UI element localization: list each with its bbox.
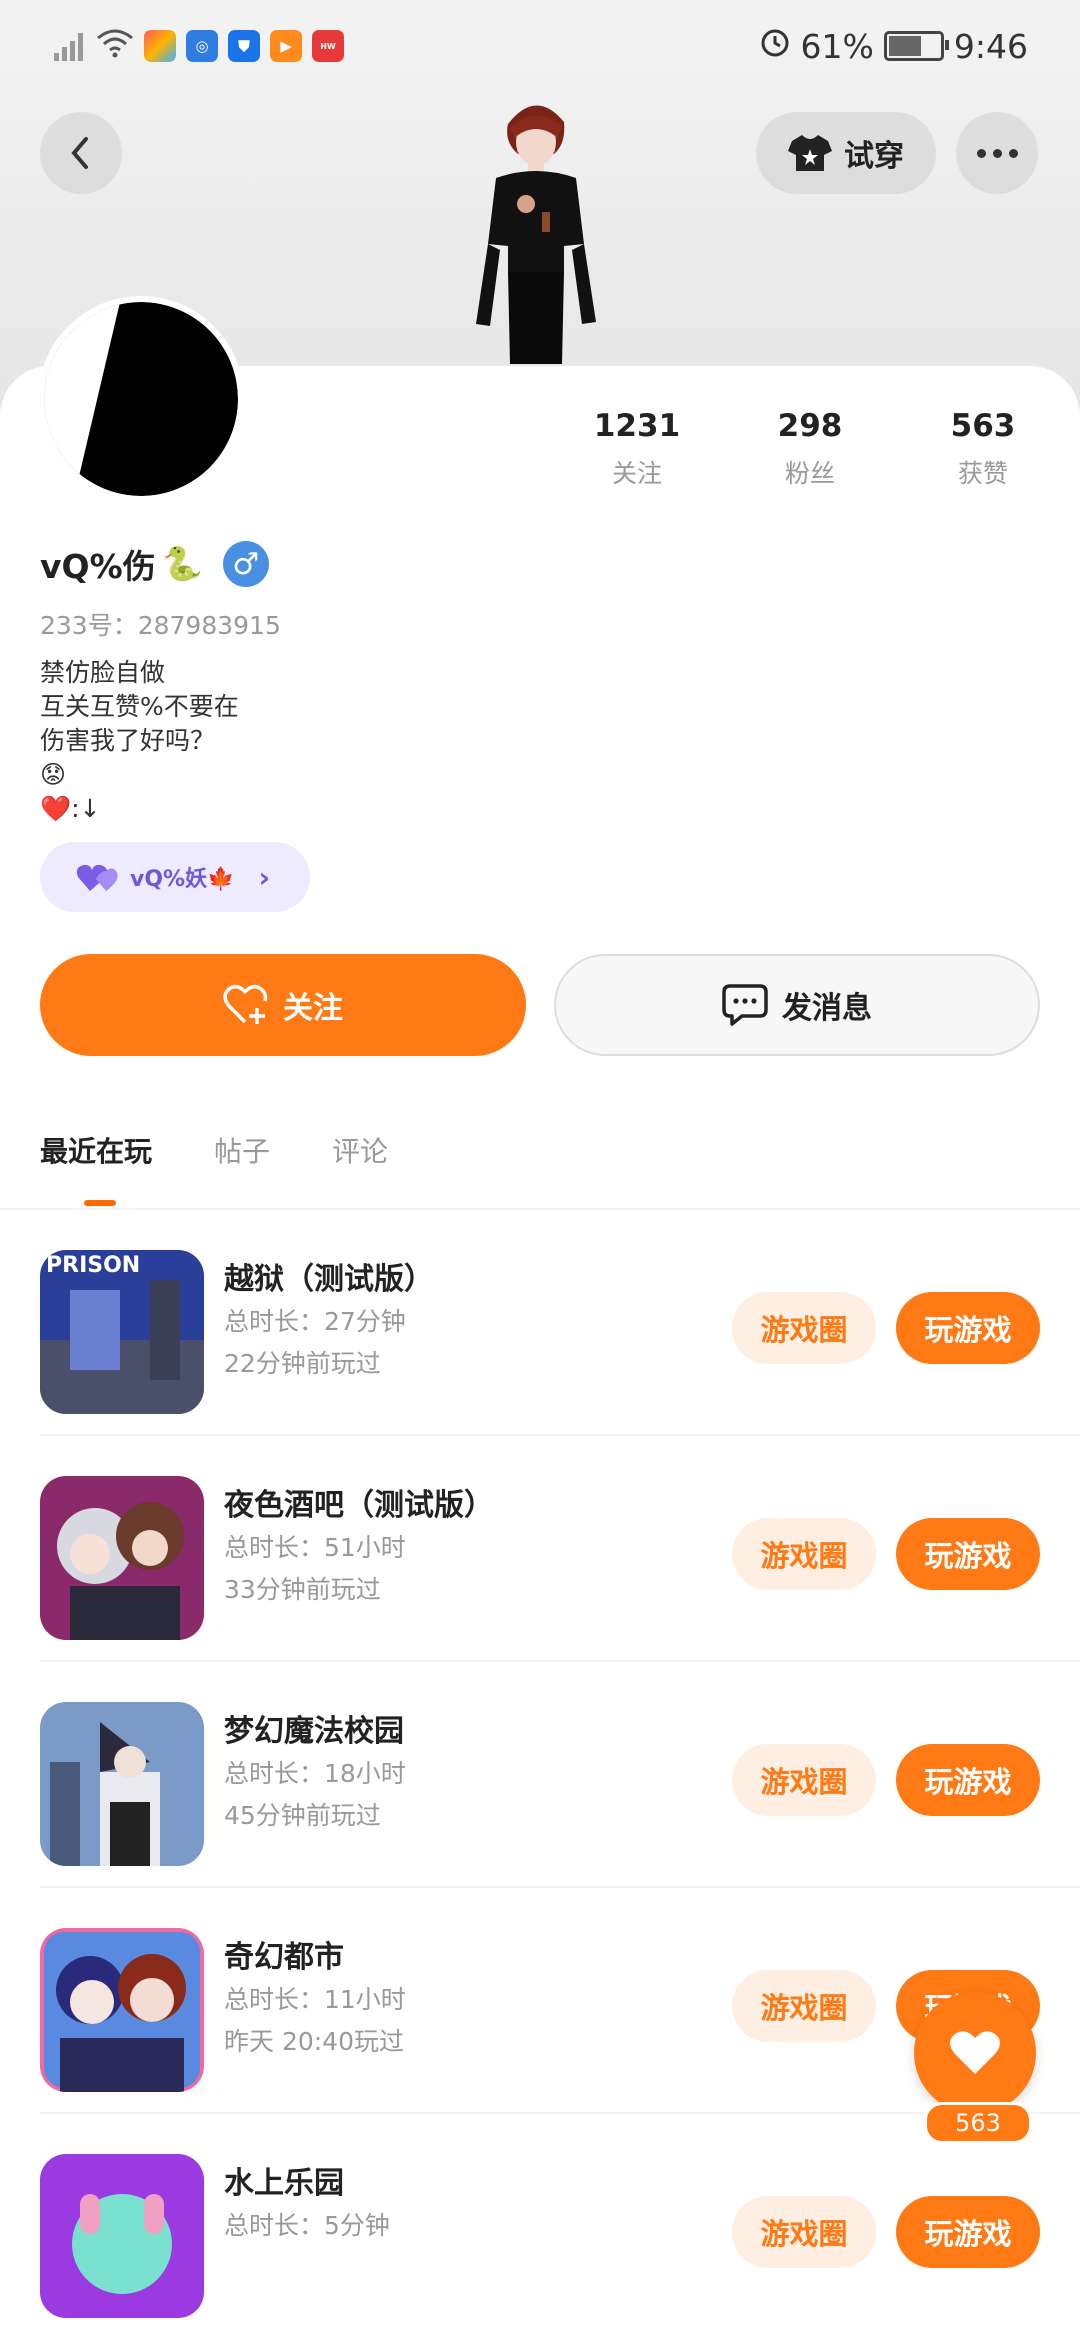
male-gender-icon: ♂ [222,541,269,587]
play-game-button[interactable]: 玩游戏 [896,1744,1040,1816]
status-bar: ◎ ⛊ ▶ HW 61% 9:46 [0,0,1080,96]
stat-following[interactable]: 1231 关注 [567,408,707,490]
game-thumbnail: PRISON [40,1250,204,1414]
try-on-button[interactable]: 试穿 [756,112,936,194]
game-circle-button[interactable]: 游戏圈 [732,1744,876,1816]
game-thumbnail [40,1702,204,1866]
profile-tabs: 最近在玩 帖子 评论 [40,1130,388,1206]
chat-bubble-icon [722,984,768,1026]
stat-likes[interactable]: 563 获赞 [913,408,1053,490]
stat-fans-value: 298 [777,408,843,444]
play-game-button[interactable]: 玩游戏 [896,2196,1040,2268]
alarm-icon [759,26,791,66]
try-on-label: 试穿 [844,139,904,174]
tab-active-indicator [84,1200,116,1206]
bio-line: 😟 [40,760,67,789]
tshirt-icon [788,135,832,171]
follow-label: 关注 [283,991,343,1026]
game-last-played: 昨天 20:40玩过 [224,2027,404,2056]
game-total-time: 总时长：18小时 [224,1759,406,1788]
more-options-button[interactable] [956,112,1038,194]
huawei-app-icon: HW [312,30,344,62]
game-last-played: 45分钟前玩过 [224,1801,381,1830]
bio-line: ❤️:↓ [40,794,101,823]
tab-recently-played[interactable]: 最近在玩 [40,1130,153,1206]
signal-icon [52,29,86,63]
game-row[interactable]: 水上乐园 总时长：5分钟 游戏圈 玩游戏 [0,2114,1080,2340]
clock: 9:46 [953,26,1028,66]
tab-label: 最近在玩 [40,1135,153,1168]
follow-button[interactable]: 关注 [40,954,526,1056]
like-fab[interactable] [914,1992,1036,2114]
game-thumbnail [40,1928,204,2092]
stat-fans-label: 粉丝 [784,459,835,488]
play-game-button[interactable]: 玩游戏 [896,1518,1040,1590]
avatar-3d-character [466,94,606,364]
game-circle-button[interactable]: 游戏圈 [732,2196,876,2268]
game-last-played: 22分钟前玩过 [224,1349,381,1378]
game-total-time: 总时长：11小时 [224,1985,406,2014]
play-game-button[interactable]: 玩游戏 [896,1292,1040,1364]
game-name: 夜色酒吧（测试版） [224,1488,494,1523]
avatar[interactable] [44,302,238,496]
send-message-button[interactable]: 发消息 [554,954,1040,1056]
bio-line: 伤害我了好吗？ [40,726,216,755]
bio-line: 互关互赞%不要在 [40,692,239,721]
game-total-time: 总时长：27分钟 [224,1307,406,1336]
stat-following-label: 关注 [611,459,662,488]
game-name: 梦幻魔法校园 [224,1714,404,1749]
cp-relationship-chip[interactable]: vQ%妖🍁 › [40,842,310,912]
stat-likes-value: 563 [950,408,1016,444]
chevron-right-icon: › [258,860,271,894]
bio: 禁仿脸自做 互关互赞%不要在 伤害我了好吗？ 😟 ❤️:↓ [40,656,239,826]
game-total-time: 总时长：5分钟 [224,2211,390,2240]
username: vQ%伤 [40,547,156,586]
game-thumbnail [40,1476,204,1640]
game-thumbnail [40,2154,204,2318]
like-count-badge: 563 [924,2102,1032,2144]
game-circle-button[interactable]: 游戏圈 [732,1518,876,1590]
game-row[interactable]: PRISON 越狱（测试版） 总时长：27分钟 22分钟前玩过 游戏圈 玩游戏 [0,1210,1080,1436]
stat-following-value: 1231 [593,408,681,444]
tab-posts[interactable]: 帖子 [214,1130,270,1170]
more-dots-icon [976,148,1018,158]
send-message-label: 发消息 [782,991,872,1026]
game-last-played: 33分钟前玩过 [224,1575,381,1604]
heart-icon [950,2031,1000,2074]
double-heart-icon [76,864,118,891]
game-name: 越狱（测试版） [224,1262,434,1297]
game-thumbnail-text: PRISON [46,1253,140,1278]
snake-emoji: 🐍 [161,544,203,583]
battery-icon [883,31,949,61]
app-icon-1 [144,30,176,62]
app-icon-4: ▶ [270,30,302,62]
user-id[interactable]: 233号：287983915 [40,606,281,642]
stat-likes-label: 获赞 [957,459,1008,488]
game-total-time: 总时长：51小时 [224,1533,406,1562]
username-row: vQ%伤 🐍 ♂ [40,540,269,588]
wifi-icon [96,28,134,64]
game-name: 奇幻都市 [224,1940,344,1975]
game-circle-button[interactable]: 游戏圈 [732,1970,876,2042]
game-row[interactable]: 奇幻都市 总时长：11小时 昨天 20:40玩过 游戏圈 玩游戏 [0,1888,1080,2114]
app-icon-3: ⛊ [228,30,260,62]
chevron-left-icon [71,137,88,169]
game-circle-button[interactable]: 游戏圈 [732,1292,876,1364]
app-icon-2: ◎ [186,30,218,62]
cp-name: vQ%妖🍁 [130,867,235,892]
heart-plus-icon [223,984,268,1024]
stat-fans[interactable]: 298 粉丝 [740,408,880,490]
battery-percent: 61% [800,26,874,66]
game-name: 水上乐园 [224,2166,344,2201]
bio-line: 禁仿脸自做 [40,658,166,687]
back-button[interactable] [40,112,122,194]
game-row[interactable]: 夜色酒吧（测试版） 总时长：51小时 33分钟前玩过 游戏圈 玩游戏 [0,1436,1080,1662]
game-row[interactable]: 梦幻魔法校园 总时长：18小时 45分钟前玩过 游戏圈 玩游戏 [0,1662,1080,1888]
tab-comments[interactable]: 评论 [332,1130,388,1170]
